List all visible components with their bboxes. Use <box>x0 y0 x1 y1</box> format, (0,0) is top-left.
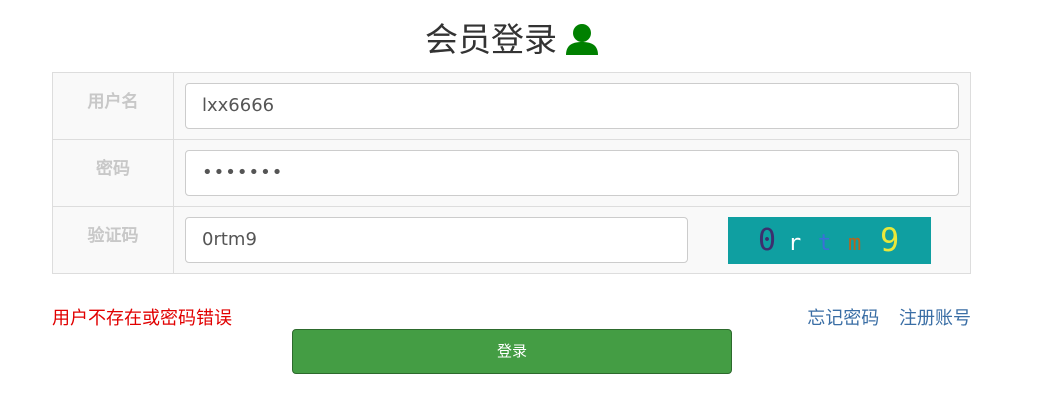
account-links: 忘记密码 注册账号 <box>793 304 971 330</box>
captcha-row: 验证码 0rtm9 0rtm9 <box>52 206 971 274</box>
password-label: 密码 <box>52 139 174 207</box>
username-row: 用户名 lxx6666 <box>52 72 971 140</box>
page-title: 会员登录 <box>0 16 1024 64</box>
login-page: 会员登录 用户名 lxx6666 密码 ••••••• 验证码 0rtm9 0r… <box>0 0 1064 419</box>
login-button[interactable]: 登录 <box>292 329 732 374</box>
page-title-text: 会员登录 <box>425 20 557 59</box>
password-row: 密码 ••••••• <box>52 139 971 207</box>
captcha-char: m <box>848 231 862 256</box>
captcha-char: 0 <box>758 223 777 258</box>
captcha-image[interactable]: 0rtm9 <box>728 217 931 264</box>
username-input[interactable]: lxx6666 <box>185 83 959 129</box>
captcha-char: 9 <box>880 221 900 259</box>
captcha-label: 验证码 <box>52 206 174 274</box>
error-message: 用户不存在或密码错误 <box>52 308 232 329</box>
username-label: 用户名 <box>52 72 174 140</box>
user-icon <box>565 20 599 68</box>
forgot-password-link[interactable]: 忘记密码 <box>807 308 879 329</box>
captcha-input[interactable]: 0rtm9 <box>185 217 688 263</box>
register-link[interactable]: 注册账号 <box>899 308 971 329</box>
login-form: 用户名 lxx6666 密码 ••••••• 验证码 0rtm9 0rtm9 <box>52 72 971 274</box>
password-input[interactable]: ••••••• <box>185 150 959 196</box>
captcha-char: t <box>818 231 832 256</box>
captcha-char: r <box>788 231 802 256</box>
